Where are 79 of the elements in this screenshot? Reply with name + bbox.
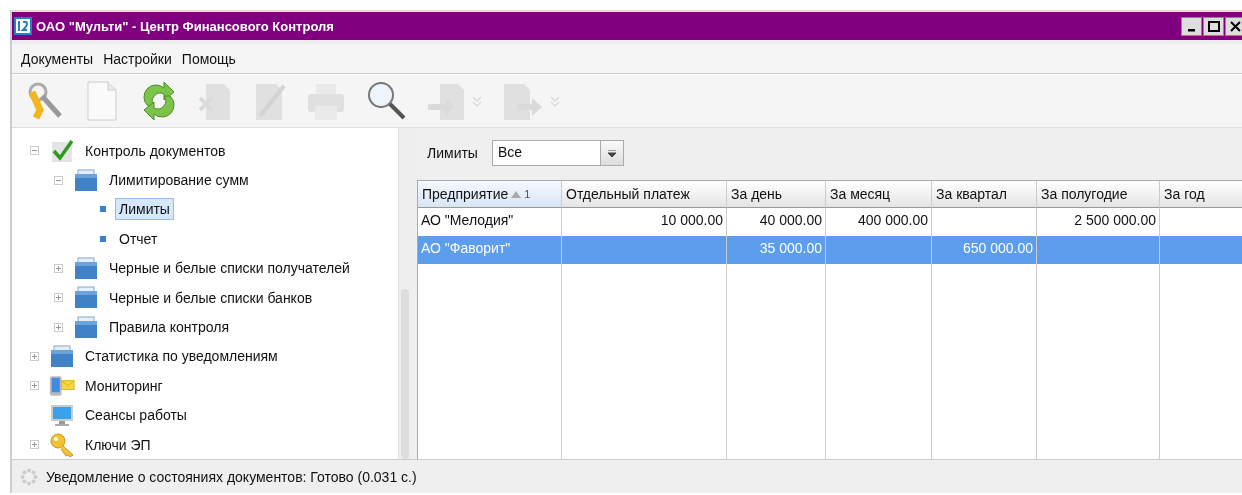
column-title: За месяц [830, 186, 891, 202]
column-header[interactable]: Предприятие 1 [418, 181, 562, 208]
collapse-toggle[interactable] [30, 146, 39, 156]
filter-label: Лимиты [427, 145, 478, 161]
status-text: Уведомление о состояниях документов: Готово (0.031 с.) [46, 468, 417, 485]
window-title: ОАО "Мульти" - Центр Финансового Контроля [36, 18, 335, 34]
menu-item[interactable]: Помощь [176, 48, 241, 69]
maximize-button[interactable] [1203, 16, 1224, 36]
monitor-icon [50, 403, 74, 427]
toolbar-button[interactable] [140, 80, 178, 122]
checkmark-icon [51, 138, 73, 163]
expand-toggle[interactable] [30, 351, 39, 361]
column-title: За год [1164, 186, 1205, 202]
expand-toggle[interactable] [54, 293, 63, 303]
column-title: Отдельный платеж [566, 186, 690, 202]
table-cell: 35 000.00 [727, 236, 826, 264]
column-title: За полугодие [1041, 186, 1128, 202]
tree-item[interactable]: Черные и белые списки банков [105, 286, 317, 309]
plus-icon [31, 352, 38, 360]
menu-item[interactable]: Документы [16, 48, 99, 69]
column-title: За день [731, 186, 783, 202]
folder-icon [74, 168, 98, 192]
tree-item[interactable]: Ключи ЭП [81, 433, 155, 456]
maximize-icon [1207, 20, 1220, 32]
tree-item[interactable]: Черные и белые списки получателей [105, 257, 354, 280]
scrollbar-thumb[interactable] [401, 289, 409, 460]
tree-item[interactable]: Отчет [115, 227, 162, 250]
tree-item[interactable]: Лимиты [115, 198, 174, 221]
sort-order: 1 [524, 188, 531, 200]
spinner-icon [20, 467, 38, 486]
column-header[interactable]: За день [727, 181, 826, 208]
tree-item[interactable]: Правила контроля [105, 316, 233, 339]
key-icon [26, 80, 64, 122]
toolbar-button[interactable] [366, 80, 406, 122]
app-logo-icon [14, 17, 32, 35]
expand-toggle[interactable] [30, 440, 39, 450]
limits-dropdown[interactable]: Все [491, 140, 624, 166]
menu-item[interactable]: Настройки [98, 48, 177, 69]
expand-toggle[interactable] [54, 263, 63, 273]
plus-icon [55, 323, 62, 331]
folder-icon [74, 315, 98, 339]
bullet-icon [100, 206, 106, 213]
column-title: За квартал [936, 186, 1007, 202]
search-icon [366, 80, 406, 122]
plus-icon [55, 294, 62, 302]
tree-item[interactable]: Статистика по уведомлениям [81, 345, 282, 368]
bullet-icon [100, 235, 106, 242]
column-header[interactable]: Отдельный платеж [562, 181, 727, 208]
column-header[interactable]: За полугодие [1037, 181, 1160, 208]
collapse-toggle[interactable] [54, 175, 63, 185]
expand-toggle[interactable] [30, 381, 39, 391]
refresh-icon [140, 80, 178, 122]
phone-envelope-icon [49, 373, 75, 398]
plus-icon [31, 441, 38, 449]
folder-icon [74, 286, 98, 310]
plus-icon [31, 382, 38, 390]
tree-item[interactable]: Лимитирование сумм [105, 169, 253, 192]
column-title: Предприятие [422, 186, 509, 202]
double-chevron-icon [472, 95, 482, 107]
table-cell: 650 000.00 [932, 236, 1037, 264]
column-header[interactable]: За квартал [932, 181, 1037, 208]
table-cell: АО "Фаворит" [418, 236, 562, 264]
column-header[interactable]: За год [1160, 181, 1242, 208]
tree-item[interactable]: Контроль документов [81, 139, 230, 162]
close-button[interactable] [1225, 16, 1242, 36]
folder-icon [74, 256, 98, 280]
double-chevron-icon [550, 95, 560, 107]
close-icon [1230, 20, 1241, 32]
folder-icon [50, 344, 74, 368]
expand-toggle[interactable] [54, 322, 63, 332]
minimize-button[interactable] [1181, 16, 1202, 36]
plus-icon [55, 264, 62, 272]
tree-item[interactable]: Сеансы работы [81, 404, 191, 427]
minimize-icon [1188, 28, 1195, 32]
tree-item[interactable]: Мониторинг [81, 374, 167, 397]
column-header[interactable]: За месяц [826, 181, 932, 208]
sort-ascending-icon [511, 189, 522, 199]
document-icon [84, 80, 120, 122]
dropdown-arrow-icon [607, 149, 616, 157]
